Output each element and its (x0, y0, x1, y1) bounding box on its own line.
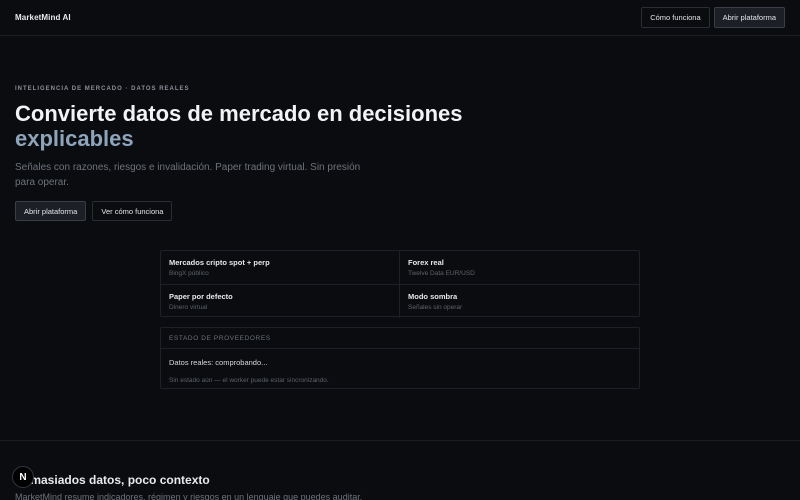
feature-title: Mercados cripto spot + perp (169, 258, 270, 267)
section-text: MarketMind resume indicadores, régimen y… (15, 492, 363, 500)
feature-paper: Paper por defecto Dinero virtual (161, 285, 400, 318)
feature-subtitle: BingX público (169, 270, 209, 277)
open-platform-button[interactable]: Abrir plataforma (713, 7, 785, 28)
header-nav: Cómo funciona Abrir plataforma (641, 7, 785, 28)
section-title: Demasiados datos, poco contexto (15, 473, 210, 487)
hero-title-line1: Convierte datos de mercado en decisiones (15, 101, 463, 126)
hero-title-accent: explicables (15, 126, 134, 151)
hero-subtitle: Señales con razones, riesgos e invalidac… (15, 162, 361, 188)
n-logo-badge[interactable]: N (12, 466, 34, 488)
provider-status-line: Datos reales: comprobando... (169, 358, 268, 367)
how-it-works-button[interactable]: Cómo funciona (641, 7, 710, 28)
feature-shadow-mode: Modo sombra Señales sin operar (400, 285, 639, 318)
cta-how-it-works-button[interactable]: Ver cómo funciona (92, 201, 173, 221)
feature-subtitle: Twelve Data EUR/USD (408, 270, 475, 277)
top-header: MarketMind AI Cómo funciona Abrir plataf… (0, 0, 800, 36)
feature-crypto: Mercados cripto spot + perp BingX públic… (161, 251, 400, 285)
landing-page: MarketMind AI Cómo funciona Abrir plataf… (0, 0, 800, 500)
feature-title: Modo sombra (408, 292, 458, 301)
cta-open-platform-button[interactable]: Abrir plataforma (15, 201, 87, 221)
feature-grid: Mercados cripto spot + perp BingX públic… (160, 250, 640, 318)
brand-logo[interactable]: MarketMind AI (15, 13, 71, 22)
provider-status-panel: ESTADO DE PROVEEDORES Datos reales: comp… (160, 327, 640, 389)
hero-title: Convierte datos de mercado en decisiones… (15, 101, 475, 151)
section-divider (0, 440, 800, 441)
provider-status-note: Sin estado aún — el worker puede estar s… (169, 377, 329, 384)
feature-subtitle: Señales sin operar (408, 304, 463, 311)
feature-title: Paper por defecto (169, 292, 233, 301)
hero-section: INTELIGENCIA DE MERCADO · DATOS REALES C… (15, 86, 475, 221)
feature-forex: Forex real Twelve Data EUR/USD (400, 251, 639, 285)
provider-status-heading: ESTADO DE PROVEEDORES (161, 328, 639, 349)
feature-subtitle: Dinero virtual (169, 304, 208, 311)
hero-eyebrow: INTELIGENCIA DE MERCADO · DATOS REALES (15, 86, 190, 92)
hero-cta-group: Abrir plataforma Ver cómo funciona (15, 201, 475, 221)
feature-title: Forex real (408, 258, 444, 267)
